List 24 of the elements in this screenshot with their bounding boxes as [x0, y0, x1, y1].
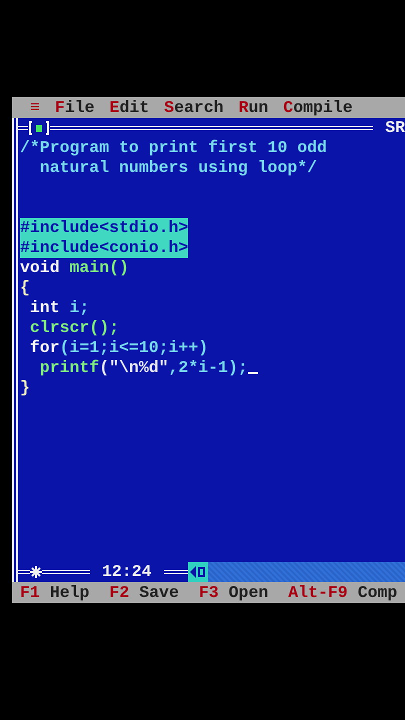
- menu-item[interactable]: Edit: [110, 98, 150, 118]
- shortcut-label: Save: [139, 583, 179, 602]
- star-icon: [30, 566, 42, 578]
- code-line: {: [20, 278, 30, 298]
- code-line: /*Program to print first 10 odd: [20, 138, 327, 158]
- code-line: printf("\n%d",2*i-1);: [38, 358, 248, 378]
- cursor-position: 12:24: [101, 563, 152, 581]
- menu-item[interactable]: File: [54, 98, 95, 118]
- shortcut-label: Comp: [358, 583, 398, 602]
- scrollbar[interactable]: [188, 562, 405, 582]
- window-title: SR: [384, 119, 405, 137]
- scroll-left-icon[interactable]: [188, 562, 208, 582]
- close-box-icon[interactable]: [29, 121, 49, 135]
- menu-item[interactable]: Run: [238, 98, 268, 118]
- shortcut-label: Open: [228, 583, 268, 602]
- code-line: void main(): [20, 258, 129, 278]
- menu-item[interactable]: Search: [164, 98, 224, 118]
- code-line: natural numbers using loop*/: [38, 158, 318, 178]
- code-line: for(i=1;i<=10;i++): [28, 338, 208, 358]
- menu-item[interactable]: Compile: [283, 98, 353, 118]
- shortcut-label: Help: [50, 583, 90, 602]
- code-line: clrscr();: [28, 318, 120, 338]
- code-line: int i;: [28, 298, 90, 318]
- code-line: }: [20, 378, 30, 398]
